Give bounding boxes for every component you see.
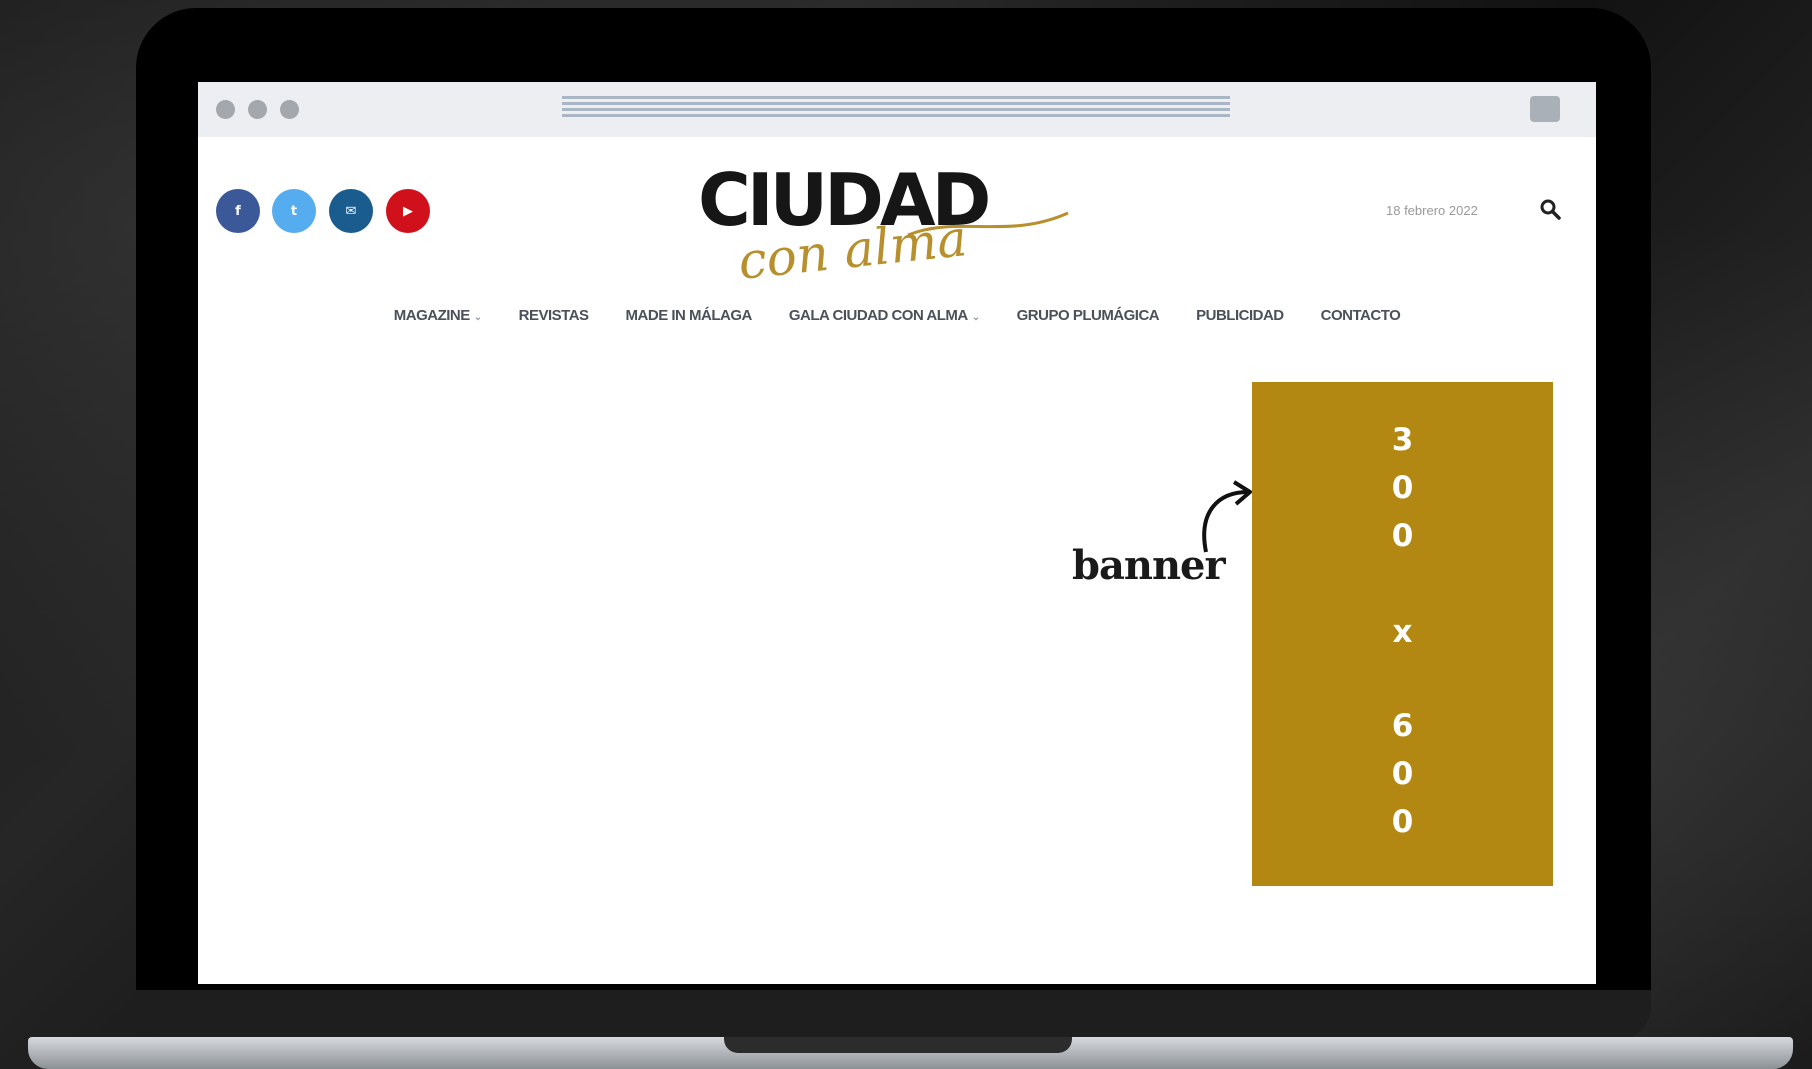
window-dot-minimize[interactable] xyxy=(248,100,267,119)
window-button[interactable] xyxy=(1530,96,1560,122)
nav-item-contacto[interactable]: CONTACTO xyxy=(1321,307,1401,324)
banner-char: 0 xyxy=(1391,470,1414,506)
banner-char: 0 xyxy=(1391,518,1414,554)
banner-char: x xyxy=(1392,614,1413,650)
nav-item-revistas[interactable]: REVISTAS xyxy=(519,307,589,324)
youtube-icon[interactable]: ▶ xyxy=(386,189,430,233)
banner-char: 6 xyxy=(1391,708,1414,744)
logo-swash xyxy=(907,211,1069,237)
nav-item-gala[interactable]: GALA CIUDAD CON ALMA ⌄ xyxy=(789,307,980,324)
laptop-notch xyxy=(724,1037,1072,1053)
banner-char: 0 xyxy=(1391,804,1414,840)
nav-item-made-in-malaga[interactable]: MADE IN MÁLAGA xyxy=(626,307,753,324)
laptop-hinge xyxy=(136,990,1651,1040)
window-dot-close[interactable] xyxy=(216,100,235,119)
browser-toolbar xyxy=(198,82,1596,137)
search-icon[interactable] xyxy=(1538,197,1562,221)
banner-char: 3 xyxy=(1391,422,1414,458)
site-logo[interactable]: CIUDAD con alma xyxy=(698,155,1088,295)
window-dot-maximize[interactable] xyxy=(280,100,299,119)
nav-item-publicidad[interactable]: PUBLICIDAD xyxy=(1196,307,1284,324)
chevron-down-icon: ⌄ xyxy=(473,312,482,323)
address-bar[interactable] xyxy=(562,96,1230,120)
banner-placeholder[interactable]: 3 0 0 x 6 0 0 xyxy=(1252,382,1553,886)
twitter-icon[interactable]: t xyxy=(272,189,316,233)
facebook-icon[interactable]: f xyxy=(216,189,260,233)
chevron-down-icon: ⌄ xyxy=(971,312,980,323)
date-text: 18 febrero 2022 xyxy=(1386,203,1478,218)
main-navigation: MAGAZINE ⌄ REVISTAS MADE IN MÁLAGA GALA C… xyxy=(198,307,1596,324)
nav-item-grupo-plumagica[interactable]: GRUPO PLUMÁGICA xyxy=(1017,307,1160,324)
email-icon[interactable]: ✉ xyxy=(329,189,373,233)
banner-char: 0 xyxy=(1391,756,1414,792)
nav-item-magazine[interactable]: MAGAZINE ⌄ xyxy=(394,307,482,324)
laptop-screen: f t ✉ ▶ CIUDAD con alma 18 febrero 2022 … xyxy=(198,82,1596,984)
arrow-icon xyxy=(1202,480,1252,553)
